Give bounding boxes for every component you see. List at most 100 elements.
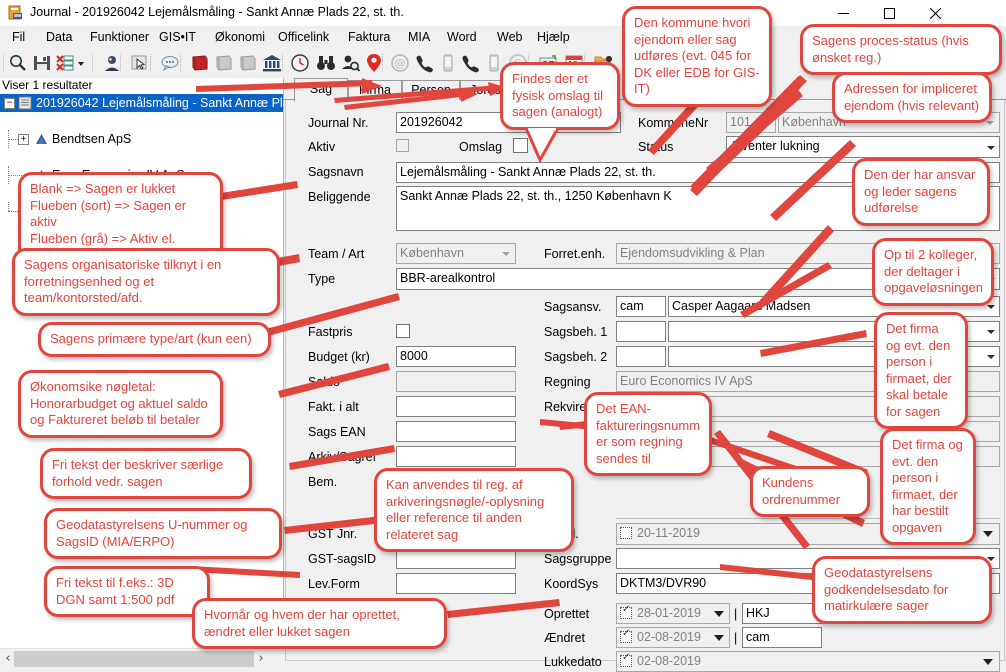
select-cursor-icon[interactable] xyxy=(130,53,150,73)
menu-item-okonomi[interactable]: Økonomi xyxy=(211,29,269,45)
aendret-user-input[interactable]: cam xyxy=(742,627,822,648)
aendret-date-checkbox[interactable] xyxy=(620,628,632,643)
label-sags-ean: Sags EAN xyxy=(308,425,366,439)
lukkedato-date-input[interactable]: 02-08-2019 xyxy=(616,651,1000,672)
budget-input[interactable]: 8000 xyxy=(396,346,516,367)
tree-item-case[interactable]: − 201926042 Lejemålsmåling - Sankt Annæ … xyxy=(0,94,338,112)
person-icon[interactable] xyxy=(102,53,122,73)
phone2-icon[interactable] xyxy=(460,53,480,73)
scroll-right-icon[interactable]: › xyxy=(253,651,269,667)
annotation-okonomi: Økonomsike nøgletal: Honorarbudget og ak… xyxy=(18,370,223,438)
label-sagsbeh-2: Sagsbeh. 2 xyxy=(544,350,608,364)
save-icon[interactable] xyxy=(32,53,52,73)
label-status: Status xyxy=(638,140,674,154)
results-tree[interactable]: − 201926042 Lejemålsmåling - Sankt Annæ … xyxy=(0,94,338,218)
label-sagsansv: Sagsansv. xyxy=(544,300,602,314)
tab-person[interactable]: Person xyxy=(402,80,460,100)
menu-item-faktura[interactable]: Faktura xyxy=(344,29,394,45)
sags-ean-input[interactable] xyxy=(396,421,516,442)
menu-item-hjaelp[interactable]: Hjælp xyxy=(533,29,574,45)
comment-icon[interactable] xyxy=(160,53,180,73)
horizontal-scrollbar[interactable]: ‹ › xyxy=(0,648,283,669)
label-sagsbeh-1: Sagsbeh. 1 xyxy=(544,325,608,339)
chevron-down-icon[interactable] xyxy=(980,525,997,542)
title-bar: Journal - 201926042 Lejemålsmåling - San… xyxy=(0,0,1006,26)
case-icon xyxy=(18,96,33,110)
menu-item-mia[interactable]: MIA xyxy=(404,29,434,45)
label-arkiv-sagref: Arkiv/Sagref xyxy=(308,450,377,464)
clock-icon[interactable] xyxy=(290,53,310,73)
chevron-down-icon[interactable] xyxy=(498,245,513,262)
email-icon[interactable]: @ xyxy=(390,53,410,73)
annotation-gst: Geodatastyrelsens U-nummer og SagsID (MI… xyxy=(44,508,282,559)
saldo-input xyxy=(396,371,516,392)
menu-item-fil[interactable]: Fil xyxy=(8,29,29,45)
menu-item-officelink[interactable]: Officelink xyxy=(274,29,333,45)
chevron-down-icon[interactable] xyxy=(983,139,998,156)
tab-firma[interactable]: Firma xyxy=(348,80,402,100)
annotation-omslag-tail xyxy=(523,125,561,165)
annotation-type: Sagens primære type/art (kun een) xyxy=(38,322,271,357)
chevron-down-icon[interactable] xyxy=(980,653,997,670)
sagsbeh1-code-input[interactable] xyxy=(616,321,666,342)
label-journal-nr: Journal Nr. xyxy=(308,116,369,130)
label-type: Type xyxy=(308,272,336,286)
lukkedato-date-checkbox[interactable] xyxy=(620,652,632,667)
menu-item-gisit[interactable]: GIS•IT xyxy=(155,29,200,45)
annotation-adresse: Adressen for impliceret ejendom (hvis re… xyxy=(832,72,992,123)
label-regning: Regning xyxy=(544,375,591,389)
annotation-ordre: Kundens ordrenummer xyxy=(750,466,870,517)
delete-rows-icon[interactable] xyxy=(56,53,76,73)
phone-icon[interactable] xyxy=(414,53,434,73)
maximize-button[interactable] xyxy=(868,0,914,26)
person-search-icon[interactable] xyxy=(340,53,361,73)
label-budget: Budget (kr) xyxy=(308,350,370,364)
grey-book2-icon[interactable] xyxy=(238,53,258,73)
expander-plus-icon[interactable]: + xyxy=(18,134,29,145)
expander-minus-icon[interactable]: − xyxy=(4,98,15,109)
binoculars-icon[interactable] xyxy=(316,53,336,73)
oprettet-date-checkbox[interactable] xyxy=(620,604,632,619)
arkiv-sagref-input[interactable] xyxy=(396,446,516,467)
lev-form-input[interactable] xyxy=(396,573,516,594)
chevron-down-icon[interactable] xyxy=(711,605,728,622)
red-book-icon[interactable] xyxy=(190,53,210,73)
menu-item-word[interactable]: Word xyxy=(443,29,481,45)
menu-item-funktioner[interactable]: Funktioner xyxy=(86,29,153,45)
sagsbeh2-code-input[interactable] xyxy=(616,346,666,367)
mobile-icon[interactable] xyxy=(438,53,458,73)
annotation-ansvar: Den der har ansvar og leder sagens udfør… xyxy=(852,158,990,226)
chevron-down-icon[interactable] xyxy=(711,629,728,646)
sagsansv-code-input[interactable]: cam xyxy=(616,296,666,317)
oprettet-user-input[interactable]: HKJ xyxy=(742,603,822,624)
kommune-nr-code-input[interactable]: 101 xyxy=(726,112,776,133)
tree-item-label: Bendtsen ApS xyxy=(52,132,132,146)
annotation-arkiv: Kan anvendes til reg. af arkiveringsnøgl… xyxy=(374,468,574,552)
annotation-godkend: Geodatastyrelsens godkendelsesdato for m… xyxy=(812,556,992,624)
label-sagsnavn: Sagsnavn xyxy=(308,165,364,179)
annotation-org: Sagens organisatoriske tilknyt i en forr… xyxy=(12,248,280,316)
fastpris-checkbox[interactable] xyxy=(396,324,410,338)
chevron-down-icon[interactable] xyxy=(983,348,998,365)
close-button[interactable] xyxy=(914,0,960,26)
dropdown-caret-icon[interactable] xyxy=(76,53,86,73)
chevron-down-icon[interactable] xyxy=(983,323,998,340)
bank-icon[interactable] xyxy=(262,53,282,73)
tree-item-company-1[interactable]: + Bendtsen ApS xyxy=(0,130,283,148)
menu-item-data[interactable]: Data xyxy=(42,29,76,45)
map-pin-icon[interactable] xyxy=(364,53,384,73)
menu-item-web[interactable]: Web xyxy=(493,29,526,45)
label-saldo: Saldo xyxy=(308,375,340,389)
search-icon[interactable] xyxy=(8,53,28,73)
fakt-i-alt-input[interactable] xyxy=(396,396,516,417)
app-d-date-checkbox[interactable] xyxy=(620,527,632,539)
tab-sag[interactable]: Sag xyxy=(294,78,348,102)
annotation-kommune: Den kommune hvori ejendom eller sag udfø… xyxy=(622,6,772,107)
minimize-button[interactable] xyxy=(822,0,868,26)
svg-text:@: @ xyxy=(395,57,406,70)
label-kommune-nr: KommuneNr xyxy=(638,116,709,130)
grey-book-icon[interactable] xyxy=(214,53,234,73)
aktiv-checkbox[interactable] xyxy=(396,139,409,152)
scrollbar-thumb[interactable] xyxy=(14,651,254,667)
status-select[interactable]: Afventer lukning xyxy=(726,136,1000,158)
